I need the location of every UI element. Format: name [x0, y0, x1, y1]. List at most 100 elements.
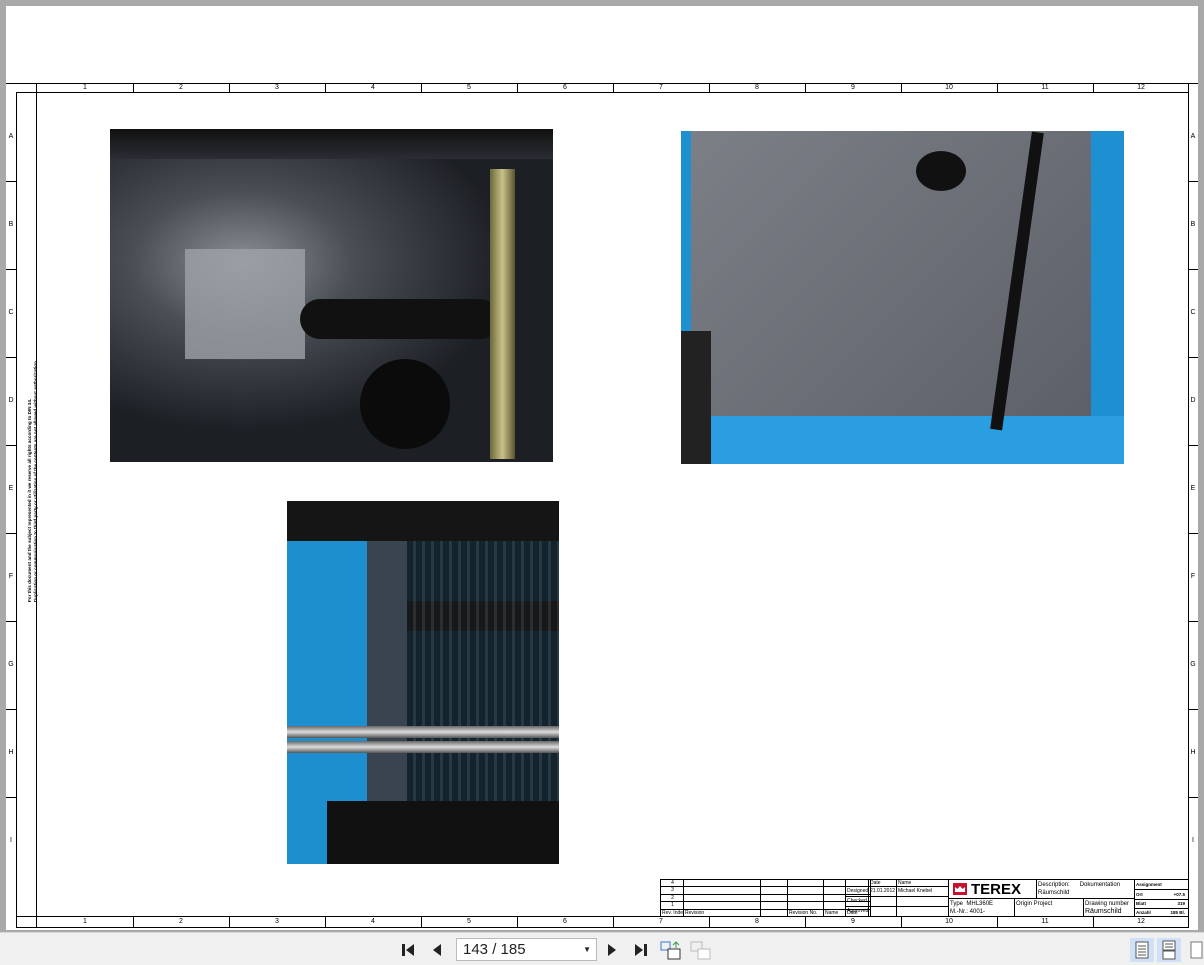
- column-number: 8: [755, 918, 759, 925]
- facing-view-button[interactable]: [1186, 938, 1204, 962]
- frame-tick: [709, 916, 710, 927]
- revision-cell: Name: [824, 909, 846, 917]
- title-block: 43210RevisionRevision No.NameDateRev. In…: [660, 879, 1189, 917]
- rev-index: 2: [661, 894, 684, 903]
- type-value: MHL360E: [966, 901, 994, 907]
- row-letter: H: [8, 749, 14, 756]
- approval-name: [897, 897, 949, 907]
- column-number: 10: [945, 84, 953, 91]
- approval-date: [869, 897, 897, 907]
- approval-label: [846, 880, 869, 887]
- brand-name: TEREX: [971, 880, 1022, 898]
- frame-tick: [997, 916, 998, 927]
- page-number-select[interactable]: 143 / 185 ▼: [456, 938, 597, 961]
- frame-tick: [6, 357, 16, 358]
- revision-cell: [824, 880, 846, 888]
- frame-tick: [1188, 357, 1198, 358]
- frame-tick: [1188, 181, 1198, 182]
- row-letter: B: [8, 221, 14, 228]
- frame-hose-routing-photo: [681, 131, 1124, 464]
- drawing-number: Drawing number Räumschild: [1084, 899, 1135, 917]
- next-page-button[interactable]: [604, 941, 620, 959]
- back-view-icon: [660, 941, 681, 960]
- count-value: 185 Bl.: [1170, 910, 1185, 915]
- frame-tick: [1188, 533, 1198, 534]
- revision-cell: [684, 894, 761, 903]
- description-value: Dokumentation: [1079, 882, 1121, 888]
- frame-line: [16, 927, 1188, 928]
- frame-tick: [229, 83, 230, 92]
- viewer-toolbar: 143 / 185 ▼: [0, 932, 1204, 965]
- origin-project: Origin Project: [1015, 899, 1084, 917]
- row-letter: G: [1190, 661, 1196, 668]
- type-label: Type: [950, 901, 964, 907]
- revision-cell: [761, 887, 788, 895]
- frame-tick: [1188, 445, 1198, 446]
- row-letter: E: [1190, 485, 1196, 492]
- page-number-value: 143 / 185: [463, 941, 526, 958]
- frame-line: [16, 92, 17, 928]
- frame-tick: [805, 83, 806, 92]
- approval-label: Approved: [846, 907, 869, 917]
- drawing-number-label: Drawing number: [1085, 901, 1130, 907]
- revision-cell: [788, 880, 824, 888]
- frame-tick: [6, 797, 16, 798]
- revision-cell: [788, 902, 824, 910]
- approval-date: Date: [869, 880, 897, 887]
- revision-cell: [788, 887, 824, 895]
- previous-page-button[interactable]: [428, 941, 446, 959]
- last-page-icon: [635, 944, 647, 956]
- last-page-button[interactable]: [630, 941, 652, 959]
- description-sub: Räumschild: [1038, 890, 1070, 896]
- column-number: 3: [275, 918, 279, 925]
- frame-tick: [421, 83, 422, 92]
- column-number: 5: [467, 84, 471, 91]
- column-number: 7: [659, 918, 663, 925]
- revision-cell: [824, 894, 846, 903]
- copyright-line: Duplication or communication to third pa…: [33, 359, 38, 602]
- column-number: 9: [851, 918, 855, 925]
- count-field: Anzahl 185 Bl.: [1135, 909, 1189, 917]
- first-page-button[interactable]: [398, 941, 420, 959]
- frame-tick: [325, 83, 326, 92]
- row-letter: C: [1190, 309, 1196, 316]
- frame-tick: [6, 269, 16, 270]
- back-view-button[interactable]: [660, 941, 682, 960]
- next-page-icon: [608, 944, 616, 956]
- description-label: Description:: [1038, 882, 1070, 888]
- approval-label: Designed: [846, 887, 869, 897]
- frame-tick: [1093, 83, 1094, 92]
- forward-view-button[interactable]: [690, 941, 712, 960]
- rev-index: 4: [661, 880, 684, 888]
- column-number: 8: [755, 84, 759, 91]
- revision-cell: [761, 902, 788, 910]
- forward-view-icon: [690, 941, 711, 960]
- column-number: 9: [851, 84, 855, 91]
- copyright-notice: For this document and the subject repres…: [23, 306, 42, 606]
- continuous-page-icon: [1162, 940, 1176, 960]
- column-number: 12: [1137, 84, 1145, 91]
- frame-tick: [1093, 916, 1094, 927]
- frame-tick: [709, 83, 710, 92]
- ort-field: Ort +07.5: [1135, 890, 1189, 900]
- revision-cell: [761, 909, 788, 917]
- frame-tick: [229, 916, 230, 927]
- revision-cell: [761, 880, 788, 888]
- frame-tick: [421, 916, 422, 927]
- single-page-view-button[interactable]: [1130, 938, 1154, 962]
- column-number: 7: [659, 84, 663, 91]
- frame-tick: [901, 916, 902, 927]
- column-number: 5: [467, 918, 471, 925]
- column-number: 2: [179, 84, 183, 91]
- column-number: 11: [1041, 84, 1049, 91]
- row-letter: E: [8, 485, 14, 492]
- revision-cell: [824, 902, 846, 910]
- hydraulic-valve-block-photo: [110, 129, 553, 462]
- terex-logo: TEREX: [949, 880, 1037, 899]
- row-letter: I: [1192, 837, 1194, 844]
- continuous-view-button[interactable]: [1157, 938, 1181, 962]
- frame-tick: [1188, 709, 1198, 710]
- assignment: Assignment: [1135, 880, 1189, 890]
- row-letter: A: [8, 133, 14, 140]
- frame-tick: [613, 916, 614, 927]
